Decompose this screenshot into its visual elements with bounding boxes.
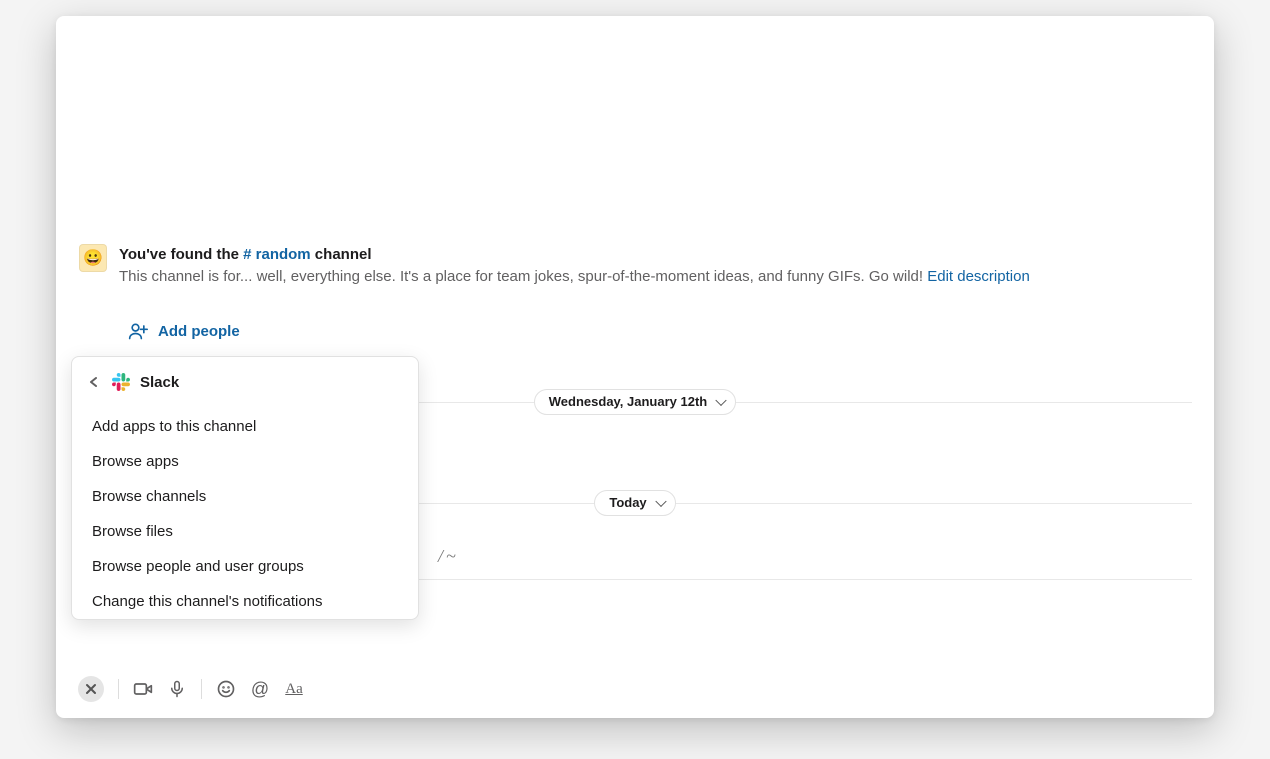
emoji-button[interactable] — [216, 679, 236, 699]
chevron-left-icon — [88, 376, 100, 388]
menu-item-browse-people[interactable]: Browse people and user groups — [72, 549, 418, 584]
intro-description: This channel is for... well, everything … — [119, 266, 1030, 288]
composer-toolbar: @ Aa — [78, 676, 304, 702]
intro-desc-text: This channel is for... well, everything … — [119, 268, 927, 285]
person-plus-icon — [128, 321, 148, 341]
toolbar-separator — [118, 679, 119, 699]
menu-item-add-apps[interactable]: Add apps to this channel — [72, 409, 418, 444]
date-pill-label: Today — [609, 495, 646, 510]
formatting-button[interactable]: Aa — [284, 679, 304, 699]
audio-button[interactable] — [167, 679, 187, 699]
menu-item-browse-channels[interactable]: Browse channels — [72, 479, 418, 514]
video-button[interactable] — [133, 679, 153, 699]
popover-title: Slack — [140, 374, 179, 391]
intro-text-block: You've found the # random channel This c… — [119, 244, 1030, 288]
slack-logo-icon — [112, 373, 130, 391]
channel-hash-link[interactable]: # random — [243, 246, 311, 263]
smile-icon — [216, 679, 236, 699]
date-pill-label: Wednesday, January 12th — [549, 394, 707, 409]
toolbar-separator — [201, 679, 202, 699]
intro-title-prefix: You've found the — [119, 246, 243, 263]
back-button[interactable] — [86, 374, 102, 390]
channel-emoji-avatar: 😀 — [79, 244, 107, 272]
video-icon — [133, 679, 153, 699]
menu-item-browse-apps[interactable]: Browse apps — [72, 444, 418, 479]
channel-intro: 😀 You've found the # random channel This… — [79, 244, 1030, 288]
menu-item-change-notifications[interactable]: Change this channel's notifications — [72, 584, 418, 619]
intro-title-suffix: channel — [311, 246, 372, 263]
close-icon — [85, 683, 97, 695]
date-pill-button[interactable]: Today — [594, 490, 675, 516]
microphone-icon — [168, 680, 186, 698]
edit-description-link[interactable]: Edit description — [927, 268, 1030, 285]
intro-title: You've found the # random channel — [119, 244, 1030, 266]
mention-button[interactable]: @ — [250, 679, 270, 699]
popover-header: Slack — [72, 363, 418, 409]
smile-emoji: 😀 — [83, 248, 103, 268]
close-shortcuts-button[interactable] — [78, 676, 104, 702]
slash-command-hint: /~ — [438, 546, 459, 567]
add-people-label: Add people — [158, 323, 240, 340]
date-pill-button[interactable]: Wednesday, January 12th — [534, 389, 736, 415]
menu-item-browse-files[interactable]: Browse files — [72, 514, 418, 549]
divider-line — [676, 503, 1192, 504]
add-people-button[interactable]: Add people — [116, 313, 252, 349]
app-card: 😀 You've found the # random channel This… — [56, 16, 1214, 718]
shortcuts-popover: Slack Add apps to this channel Browse ap… — [71, 356, 419, 620]
divider-line — [736, 402, 1192, 403]
